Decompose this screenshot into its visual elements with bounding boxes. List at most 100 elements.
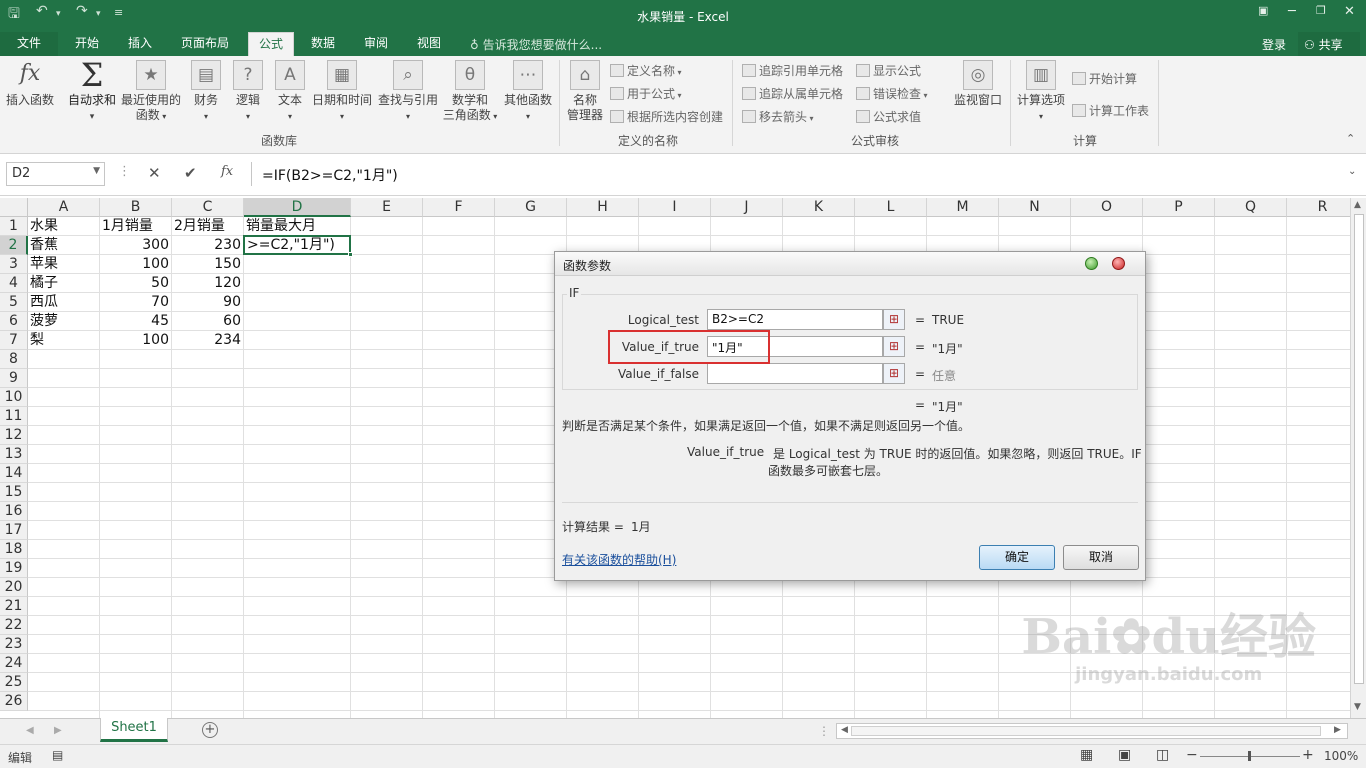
scroll-up-icon[interactable]: ▲ (1354, 200, 1361, 210)
row-header[interactable]: 19 (0, 559, 28, 578)
zoom-slider-thumb[interactable] (1248, 751, 1251, 761)
normal-view-icon[interactable]: ▦ (1080, 747, 1093, 763)
tab-insert[interactable]: 插入 (118, 32, 162, 56)
table-cell-feb[interactable]: 150 (174, 255, 241, 274)
table-cell-feb[interactable]: 120 (174, 274, 241, 293)
header-cell[interactable]: 销量最大月 (246, 217, 348, 236)
tab-home[interactable]: 开始 (65, 32, 109, 56)
dialog-close-icon[interactable] (1112, 257, 1125, 270)
column-header[interactable]: F (423, 198, 495, 217)
insert-function-button[interactable]: fx 插入函数 (4, 60, 56, 108)
row-header[interactable]: 1 (0, 217, 28, 236)
column-header[interactable]: E (351, 198, 423, 217)
cancel-icon[interactable]: ✕ (148, 164, 161, 182)
row-header[interactable]: 23 (0, 635, 28, 654)
tab-view[interactable]: 视图 (407, 32, 451, 56)
autosum-button[interactable]: Σ 自动求和 ▾ (64, 59, 120, 125)
tab-file[interactable]: 文件 (0, 32, 58, 56)
row-header[interactable]: 21 (0, 597, 28, 616)
column-header[interactable]: B (100, 198, 172, 217)
name-box[interactable]: D2 ▼ (6, 162, 105, 186)
row-header[interactable]: 3 (0, 255, 28, 274)
row-header[interactable]: 13 (0, 445, 28, 464)
row-header[interactable]: 10 (0, 388, 28, 407)
row-header[interactable]: 18 (0, 540, 28, 559)
calc-sheet-button[interactable]: 计算工作表 (1072, 102, 1149, 119)
table-cell-fruit[interactable]: 西瓜 (30, 293, 97, 312)
tell-me-box[interactable]: ♁ 告诉我您想要做什么... (470, 36, 602, 53)
show-formulas-button[interactable]: 显示公式 (856, 62, 921, 79)
login-link[interactable]: 登录 (1262, 36, 1286, 53)
financial-button[interactable]: ▤ 财务 ▾ (188, 60, 224, 124)
row-header[interactable]: 9 (0, 369, 28, 388)
ok-button[interactable]: 确定 (979, 545, 1055, 570)
page-layout-view-icon[interactable]: ▣ (1118, 747, 1131, 763)
row-header[interactable]: 11 (0, 407, 28, 426)
column-header[interactable]: D (244, 198, 351, 217)
column-header[interactable]: R (1287, 198, 1350, 217)
row-header[interactable]: 6 (0, 312, 28, 331)
page-break-view-icon[interactable]: ◫ (1156, 747, 1169, 763)
sheet-tab-sheet1[interactable]: Sheet1 (100, 718, 168, 742)
zoom-out-icon[interactable]: − (1186, 747, 1198, 763)
column-header[interactable]: P (1143, 198, 1215, 217)
tab-review[interactable]: 审阅 (354, 32, 398, 56)
insert-function-fx-icon[interactable]: fx (221, 164, 233, 179)
row-header[interactable]: 7 (0, 331, 28, 350)
row-header[interactable]: 22 (0, 616, 28, 635)
define-name-button[interactable]: 定义名称 ▾ (610, 62, 682, 79)
name-manager-button[interactable]: ⌂ 名称 管理器 (563, 60, 607, 123)
table-cell-fruit[interactable]: 梨 (30, 331, 97, 350)
header-cell[interactable]: 水果 (30, 217, 97, 236)
minimize-icon[interactable]: ─ (1288, 4, 1296, 19)
row-header[interactable]: 26 (0, 692, 28, 711)
horizontal-scrollbar[interactable]: ◀ ▶ (836, 723, 1348, 739)
remove-arrows-button[interactable]: 移去箭头 ▾ (742, 108, 814, 125)
tab-data[interactable]: 数据 (301, 32, 345, 56)
math-trig-button[interactable]: θ 数学和 三角函数 ▾ (442, 60, 498, 124)
header-cell[interactable]: 2月销量 (174, 217, 241, 236)
help-icon[interactable] (1085, 257, 1098, 270)
calculation-options-button[interactable]: ▥ 计算选项 ▾ (1014, 60, 1068, 124)
logical-button[interactable]: ? 逻辑 ▾ (230, 60, 266, 124)
row-header[interactable]: 4 (0, 274, 28, 293)
column-header[interactable]: A (28, 198, 100, 217)
zoom-level[interactable]: 100% (1324, 749, 1358, 763)
column-header[interactable]: O (1071, 198, 1143, 217)
row-header[interactable]: 25 (0, 673, 28, 692)
next-sheet-icon[interactable]: ▶ (54, 725, 62, 736)
scroll-left-icon[interactable]: ◀ (841, 725, 848, 735)
enter-check-icon[interactable]: ✔ (184, 164, 197, 182)
tab-page-layout[interactable]: 页面布局 (171, 32, 239, 56)
recent-functions-button[interactable]: ★ 最近使用的 函数 ▾ (120, 60, 182, 124)
lookup-button[interactable]: ⌕ 查找与引用 ▾ (376, 60, 440, 124)
table-cell-fruit[interactable]: 香蕉 (30, 236, 97, 255)
range-picker-icon[interactable]: ⊞ (883, 309, 905, 330)
use-in-formula-button[interactable]: 用于公式 ▾ (610, 85, 682, 102)
column-header[interactable]: H (567, 198, 639, 217)
prev-sheet-icon[interactable]: ◀ (26, 725, 34, 736)
evaluate-formula-button[interactable]: 公式求值 (856, 108, 921, 125)
calc-now-button[interactable]: 开始计算 (1072, 70, 1137, 87)
table-cell-jan[interactable]: 100 (102, 255, 169, 274)
table-cell-fruit[interactable]: 苹果 (30, 255, 97, 274)
range-picker-icon[interactable]: ⊞ (883, 363, 905, 384)
datetime-button[interactable]: ▦ 日期和时间 ▾ (310, 60, 374, 124)
column-header[interactable]: K (783, 198, 855, 217)
table-cell-fruit[interactable]: 橘子 (30, 274, 97, 293)
row-header[interactable]: 20 (0, 578, 28, 597)
scroll-right-icon[interactable]: ▶ (1334, 725, 1341, 735)
column-header[interactable]: Q (1215, 198, 1287, 217)
scroll-down-icon[interactable]: ▼ (1354, 702, 1361, 712)
close-icon[interactable]: ✕ (1344, 4, 1355, 19)
table-cell-fruit[interactable]: 菠萝 (30, 312, 97, 331)
cancel-button[interactable]: 取消 (1063, 545, 1139, 570)
tab-formulas[interactable]: 公式 (248, 32, 295, 56)
column-header[interactable]: L (855, 198, 927, 217)
arg-input-logical-test[interactable]: B2>=C2 (707, 309, 883, 330)
add-sheet-icon[interactable]: + (202, 722, 218, 738)
header-cell[interactable]: 1月销量 (102, 217, 169, 236)
horizontal-scroll-thumb[interactable] (851, 726, 1321, 736)
column-header[interactable]: M (927, 198, 999, 217)
table-cell-jan[interactable]: 45 (102, 312, 169, 331)
